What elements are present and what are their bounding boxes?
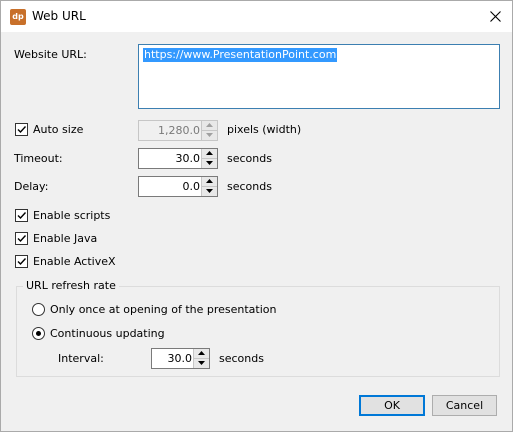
website-url-input[interactable]: https://www.PresentationPoint.com <box>138 44 500 109</box>
checkmark-icon <box>17 235 27 243</box>
title-bar: dp Web URL <box>1 1 512 32</box>
continuous-updating-radio[interactable] <box>32 327 45 340</box>
enable-java-label: Enable Java <box>33 232 98 245</box>
spin-down-button[interactable] <box>202 159 217 168</box>
enable-scripts-label: Enable scripts <box>33 209 111 222</box>
interval-spinner[interactable]: 30.0 <box>151 348 210 369</box>
auto-size-label: Auto size <box>33 123 84 136</box>
arrow-up-icon <box>198 351 205 355</box>
arrow-down-icon <box>198 361 205 365</box>
spin-up-button[interactable] <box>194 349 209 359</box>
dp-app-icon: dp <box>10 9 26 25</box>
arrow-down-icon <box>206 133 213 137</box>
enable-activex-label: Enable ActiveX <box>33 255 116 268</box>
checkmark-icon <box>17 212 27 220</box>
dialog-title: Web URL <box>32 9 86 23</box>
spin-down-button[interactable] <box>202 187 217 196</box>
continuous-updating-label: Continuous updating <box>50 327 165 340</box>
spin-down-button[interactable] <box>202 131 217 140</box>
cancel-button[interactable]: Cancel <box>432 395 497 416</box>
timeout-value: 30.0 <box>175 152 201 165</box>
arrow-down-icon <box>206 161 213 165</box>
delay-value: 0.0 <box>182 180 201 193</box>
url-refresh-rate-title: URL refresh rate <box>23 279 119 292</box>
interval-value: 30.0 <box>167 352 193 365</box>
auto-size-checkbox[interactable] <box>15 123 28 136</box>
close-icon <box>490 11 501 22</box>
arrow-up-icon <box>206 179 213 183</box>
arrow-up-icon <box>206 151 213 155</box>
timeout-unit: seconds <box>227 152 272 165</box>
arrow-down-icon <box>206 189 213 193</box>
enable-activex-checkbox[interactable] <box>15 255 28 268</box>
spin-up-button[interactable] <box>202 177 217 187</box>
only-once-label: Only once at opening of the presentation <box>50 303 277 316</box>
spin-down-button[interactable] <box>194 359 209 368</box>
timeout-spinner[interactable]: 30.0 <box>138 148 218 169</box>
close-button[interactable] <box>479 3 512 31</box>
auto-size-width-value: 1,280.0 <box>158 124 200 137</box>
timeout-label: Timeout: <box>14 152 63 165</box>
auto-size-width-spinner[interactable]: 1,280.0 <box>138 120 218 141</box>
web-url-dialog: dp Web URL Website URL: https://www.Pres… <box>0 0 513 432</box>
delay-label: Delay: <box>14 180 49 193</box>
website-url-value: https://www.PresentationPoint.com <box>143 48 338 62</box>
enable-java-checkbox[interactable] <box>15 232 28 245</box>
delay-spinner[interactable]: 0.0 <box>138 176 218 197</box>
checkmark-icon <box>17 126 27 134</box>
arrow-up-icon <box>206 123 213 127</box>
spin-up-button[interactable] <box>202 149 217 159</box>
delay-unit: seconds <box>227 180 272 193</box>
interval-label: Interval: <box>58 352 104 365</box>
spin-up-button[interactable] <box>202 121 217 131</box>
ok-button[interactable]: OK <box>359 395 425 416</box>
auto-size-unit: pixels (width) <box>227 123 302 136</box>
interval-unit: seconds <box>219 352 264 365</box>
enable-scripts-checkbox[interactable] <box>15 209 28 222</box>
website-url-label: Website URL: <box>14 48 87 61</box>
only-once-radio[interactable] <box>32 303 45 316</box>
checkmark-icon <box>17 258 27 266</box>
radio-selected-dot <box>36 331 41 336</box>
